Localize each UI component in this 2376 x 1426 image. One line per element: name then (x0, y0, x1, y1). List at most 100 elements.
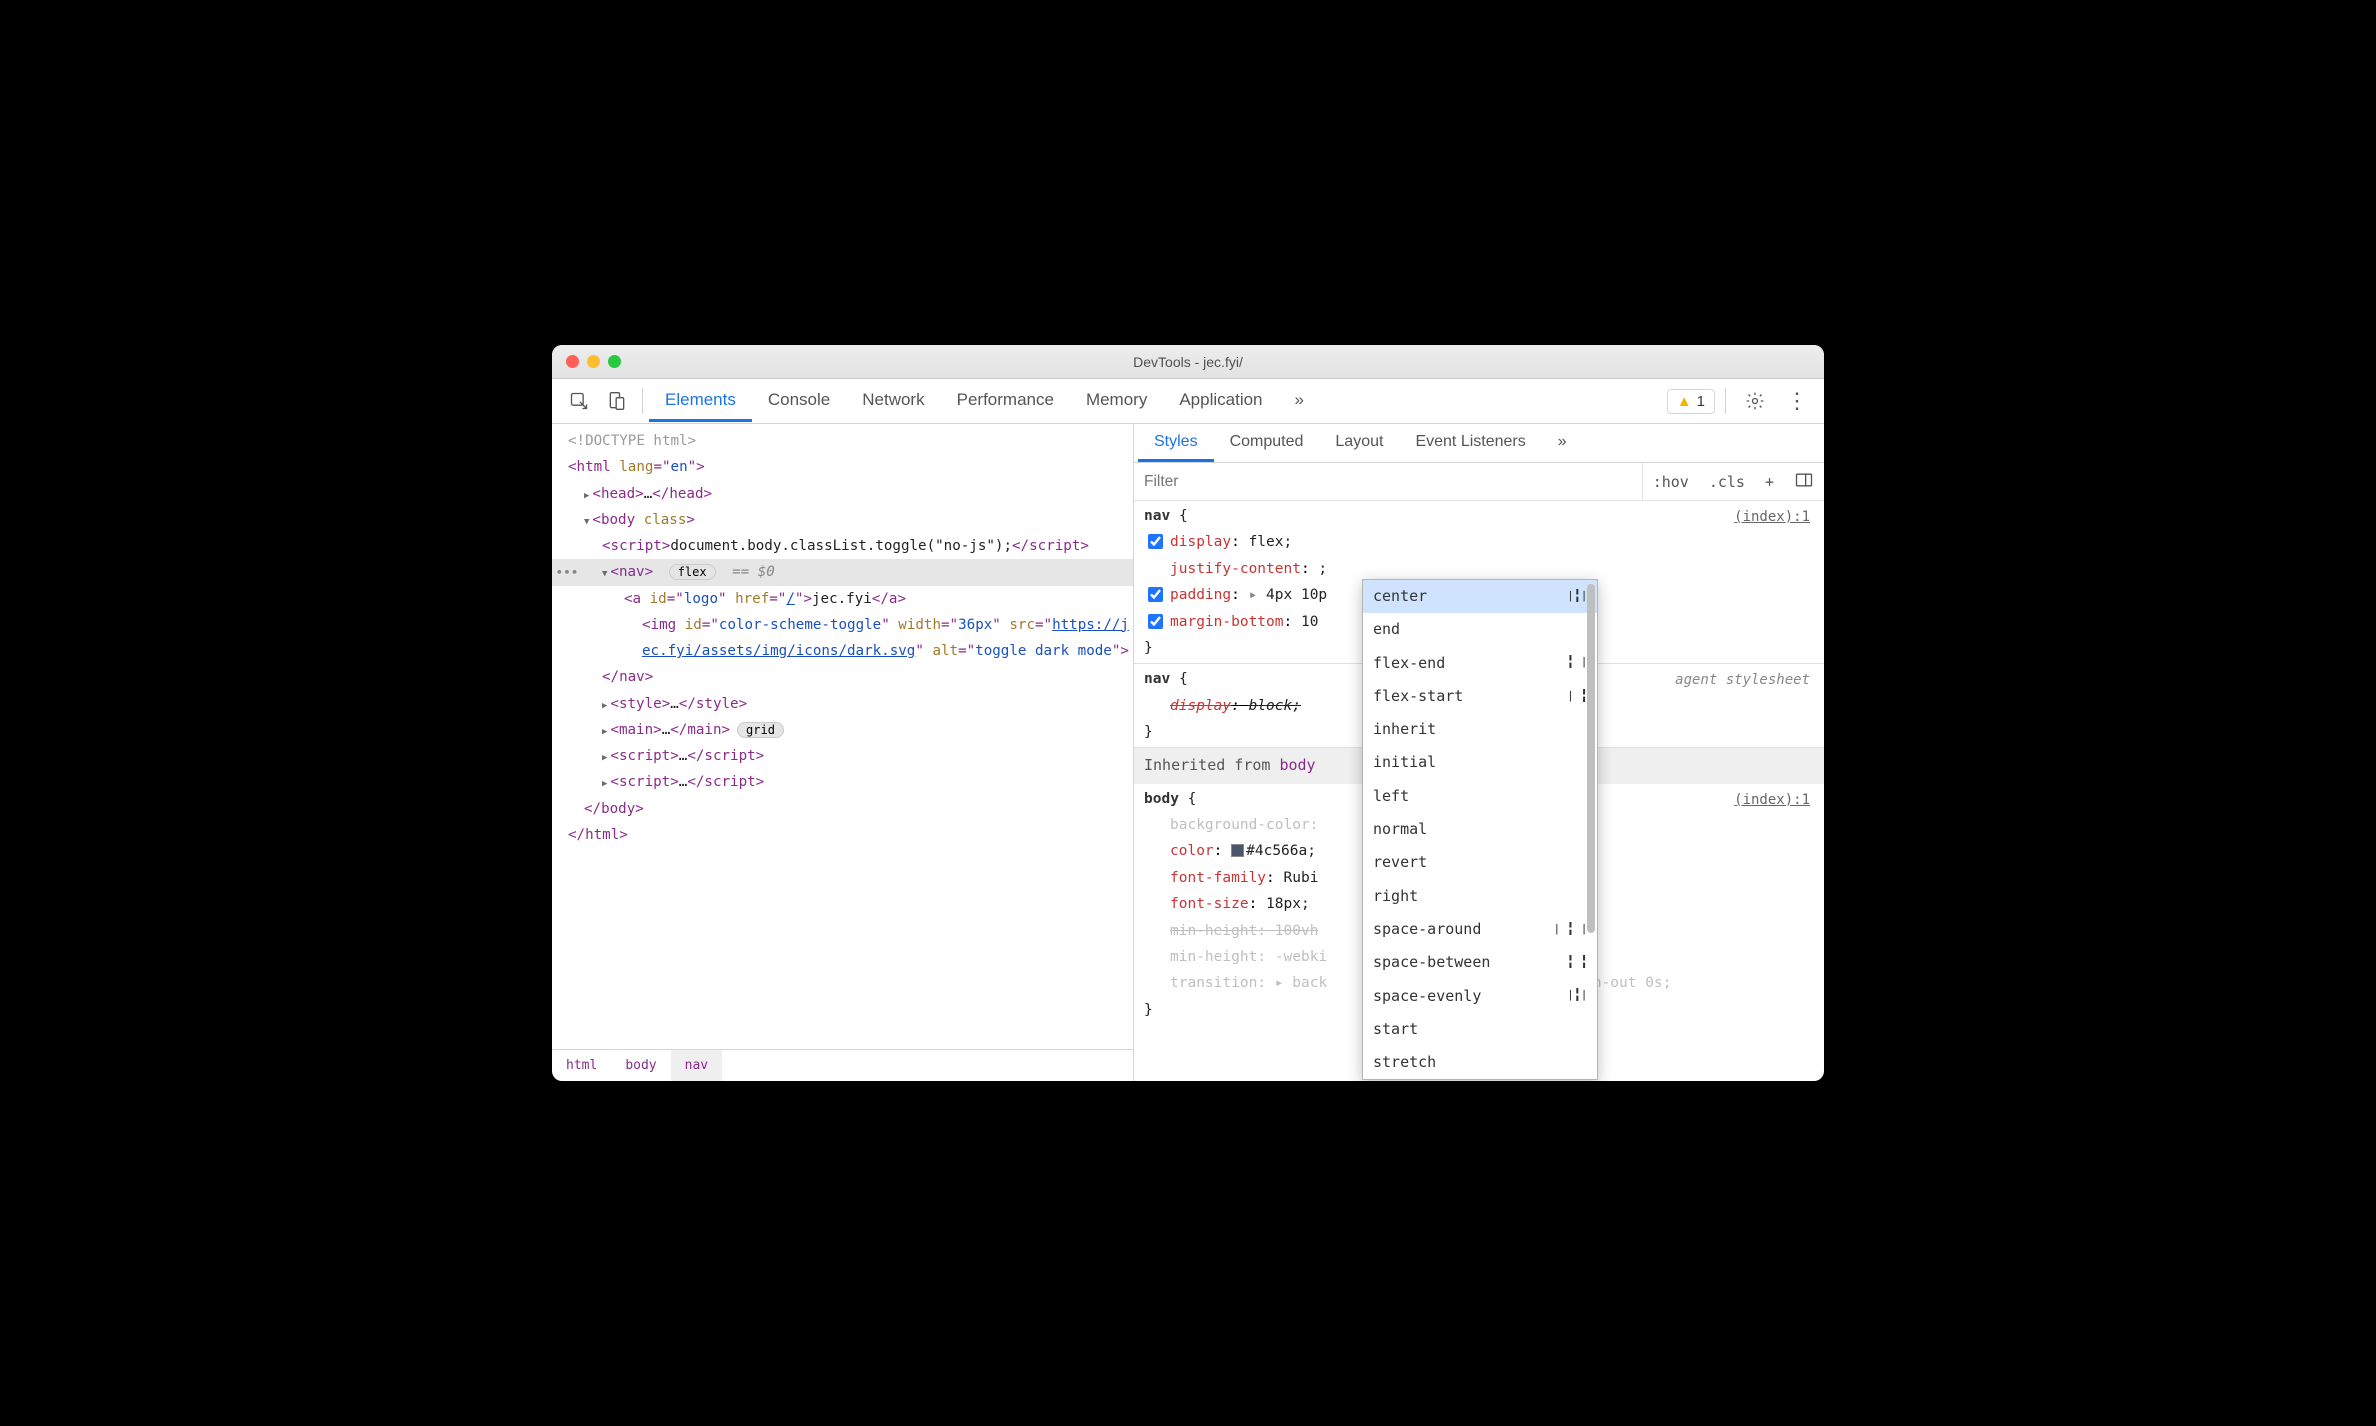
autocomplete-label: space-between (1373, 949, 1490, 976)
dom-img[interactable]: <img id="color-scheme-toggle" width="36p… (568, 612, 1133, 665)
layout-pill[interactable]: flex (669, 564, 716, 580)
dom-html-open[interactable]: <html lang="en"> (568, 454, 1133, 480)
tab-application[interactable]: Application (1163, 380, 1278, 422)
doctype: <!DOCTYPE html> (568, 433, 696, 449)
dom-script1[interactable]: <script>document.body.classList.toggle("… (568, 533, 1133, 559)
dom-script3[interactable]: <script>…</script> (568, 769, 1133, 795)
tab-layout[interactable]: Layout (1319, 424, 1399, 462)
autocomplete-item[interactable]: normal (1363, 813, 1597, 846)
autocomplete-label: end (1373, 616, 1400, 643)
dom-nav-close[interactable]: </nav> (568, 664, 1133, 690)
autocomplete-label: stretch (1373, 1049, 1436, 1076)
decl-toggle[interactable] (1148, 587, 1163, 602)
decl-toggle[interactable] (1148, 614, 1163, 629)
crumb-nav[interactable]: nav (671, 1050, 722, 1081)
tab-computed[interactable]: Computed (1214, 424, 1320, 462)
tab-console[interactable]: Console (752, 380, 846, 422)
autocomplete-item[interactable]: stretch (1363, 1046, 1597, 1079)
eq0: == $0 (732, 564, 775, 580)
autocomplete-item[interactable]: start (1363, 1013, 1597, 1046)
justify-preview-icon: ╏ ╏ (1567, 951, 1587, 975)
justify-preview-icon: ❘╏❘ (1567, 585, 1587, 609)
rule-source-link[interactable]: (index):1 (1734, 788, 1810, 813)
device-toolbar-icon[interactable] (598, 381, 636, 421)
autocomplete-item[interactable]: end (1363, 613, 1597, 646)
autocomplete-label: initial (1373, 749, 1436, 776)
separator (642, 388, 643, 414)
side-tabs-overflow[interactable]: » (1542, 424, 1583, 462)
zoom-icon[interactable] (608, 355, 621, 368)
titlebar: DevTools - jec.fyi/ (552, 345, 1824, 379)
autocomplete-item[interactable]: center ❘╏❘ (1363, 580, 1597, 613)
autocomplete-item[interactable]: revert (1363, 846, 1597, 879)
autocomplete-item[interactable]: inherit (1363, 713, 1597, 746)
separator (1725, 388, 1726, 414)
new-rule-button[interactable]: + (1755, 473, 1784, 491)
autocomplete-item[interactable]: left (1363, 780, 1597, 813)
dom-body-open[interactable]: <body class> (568, 507, 1133, 533)
dom-script2[interactable]: <script>…</script> (568, 743, 1133, 769)
crumb-html[interactable]: html (552, 1050, 611, 1081)
warnings-badge[interactable]: ▲ 1 (1667, 389, 1715, 414)
autocomplete-label: flex-end (1373, 650, 1445, 677)
dom-nav-selected[interactable]: ••• <nav> flex == $0 (552, 559, 1133, 585)
autocomplete-item[interactable]: space-between ╏ ╏ (1363, 946, 1597, 979)
settings-icon[interactable] (1736, 381, 1774, 421)
tab-network[interactable]: Network (846, 380, 940, 422)
dom-html-close[interactable]: </html> (568, 822, 1133, 848)
autocomplete-item[interactable]: flex-start❘ ╏ (1363, 680, 1597, 713)
rule-source-link[interactable]: (index):1 (1734, 505, 1810, 530)
autocomplete-item[interactable]: initial (1363, 746, 1597, 779)
tab-performance[interactable]: Performance (941, 380, 1070, 422)
styles-pane: Styles Computed Layout Event Listeners »… (1134, 424, 1824, 1081)
autocomplete-label: space-around (1373, 916, 1481, 943)
ua-source: agent stylesheet (1675, 668, 1810, 693)
autocomplete-item[interactable]: right (1363, 880, 1597, 913)
dom-a[interactable]: <a id="logo" href="/">jec.fyi</a> (568, 586, 1133, 612)
devtools-window: DevTools - jec.fyi/ Elements Console Net… (552, 345, 1824, 1081)
autocomplete-popup[interactable]: center ❘╏❘ end flex-end╏ ❘flex-start❘ ╏inhe… (1362, 579, 1598, 1080)
decl-display[interactable]: display: flex; (1144, 529, 1814, 555)
autocomplete-label: center (1373, 583, 1427, 610)
warning-icon: ▲ (1677, 393, 1692, 410)
autocomplete-item[interactable]: space-evenly❘╏❘ (1363, 980, 1597, 1013)
autocomplete-label: flex-start (1373, 683, 1463, 710)
layout-pill[interactable]: grid (737, 722, 784, 738)
dom-main[interactable]: <main>…</main>grid (568, 717, 1133, 743)
window-title: DevTools - jec.fyi/ (552, 354, 1824, 370)
justify-preview-icon: ❘ ╏ ❘ (1553, 918, 1587, 942)
dom-style[interactable]: <style>…</style> (568, 691, 1133, 717)
dom-head[interactable]: <head>…</head> (568, 481, 1133, 507)
warning-count: 1 (1697, 393, 1705, 410)
tab-styles[interactable]: Styles (1138, 424, 1214, 462)
autocomplete-label: revert (1373, 849, 1427, 876)
dom-tree[interactable]: <!DOCTYPE html> <html lang="en"> <head>…… (552, 424, 1133, 1049)
scrollbar[interactable] (1585, 584, 1595, 1055)
tab-memory[interactable]: Memory (1070, 380, 1163, 422)
autocomplete-label: left (1373, 783, 1409, 810)
minimize-icon[interactable] (587, 355, 600, 368)
sidebar-toggle-icon[interactable] (1784, 470, 1824, 494)
hov-toggle[interactable]: :hov (1643, 473, 1699, 491)
styles-body[interactable]: (index):1 nav { display: flex; justify-c… (1134, 501, 1824, 1081)
close-icon[interactable] (566, 355, 579, 368)
color-swatch-icon[interactable] (1231, 844, 1244, 857)
scrollbar-thumb[interactable] (1587, 584, 1595, 933)
decl-toggle[interactable] (1148, 534, 1163, 549)
cls-toggle[interactable]: .cls (1699, 473, 1755, 491)
inspect-icon[interactable] (560, 381, 598, 421)
justify-preview-icon: ❘╏❘ (1567, 984, 1587, 1008)
tab-elements[interactable]: Elements (649, 380, 752, 422)
autocomplete-item[interactable]: space-around ❘ ╏ ❘ (1363, 913, 1597, 946)
autocomplete-item[interactable]: flex-end╏ ❘ (1363, 647, 1597, 680)
dom-body-close[interactable]: </body> (568, 796, 1133, 822)
row-actions-icon[interactable]: ••• (556, 563, 579, 583)
main-tabs: Elements Console Network Performance Mem… (649, 380, 1320, 422)
tabs-overflow[interactable]: » (1279, 380, 1320, 422)
autocomplete-label: start (1373, 1016, 1418, 1043)
filter-input[interactable] (1134, 463, 1643, 500)
tab-event-listeners[interactable]: Event Listeners (1399, 424, 1541, 462)
more-icon[interactable]: ⋮ (1778, 381, 1816, 421)
main-toolbar: Elements Console Network Performance Mem… (552, 379, 1824, 424)
crumb-body[interactable]: body (611, 1050, 670, 1081)
